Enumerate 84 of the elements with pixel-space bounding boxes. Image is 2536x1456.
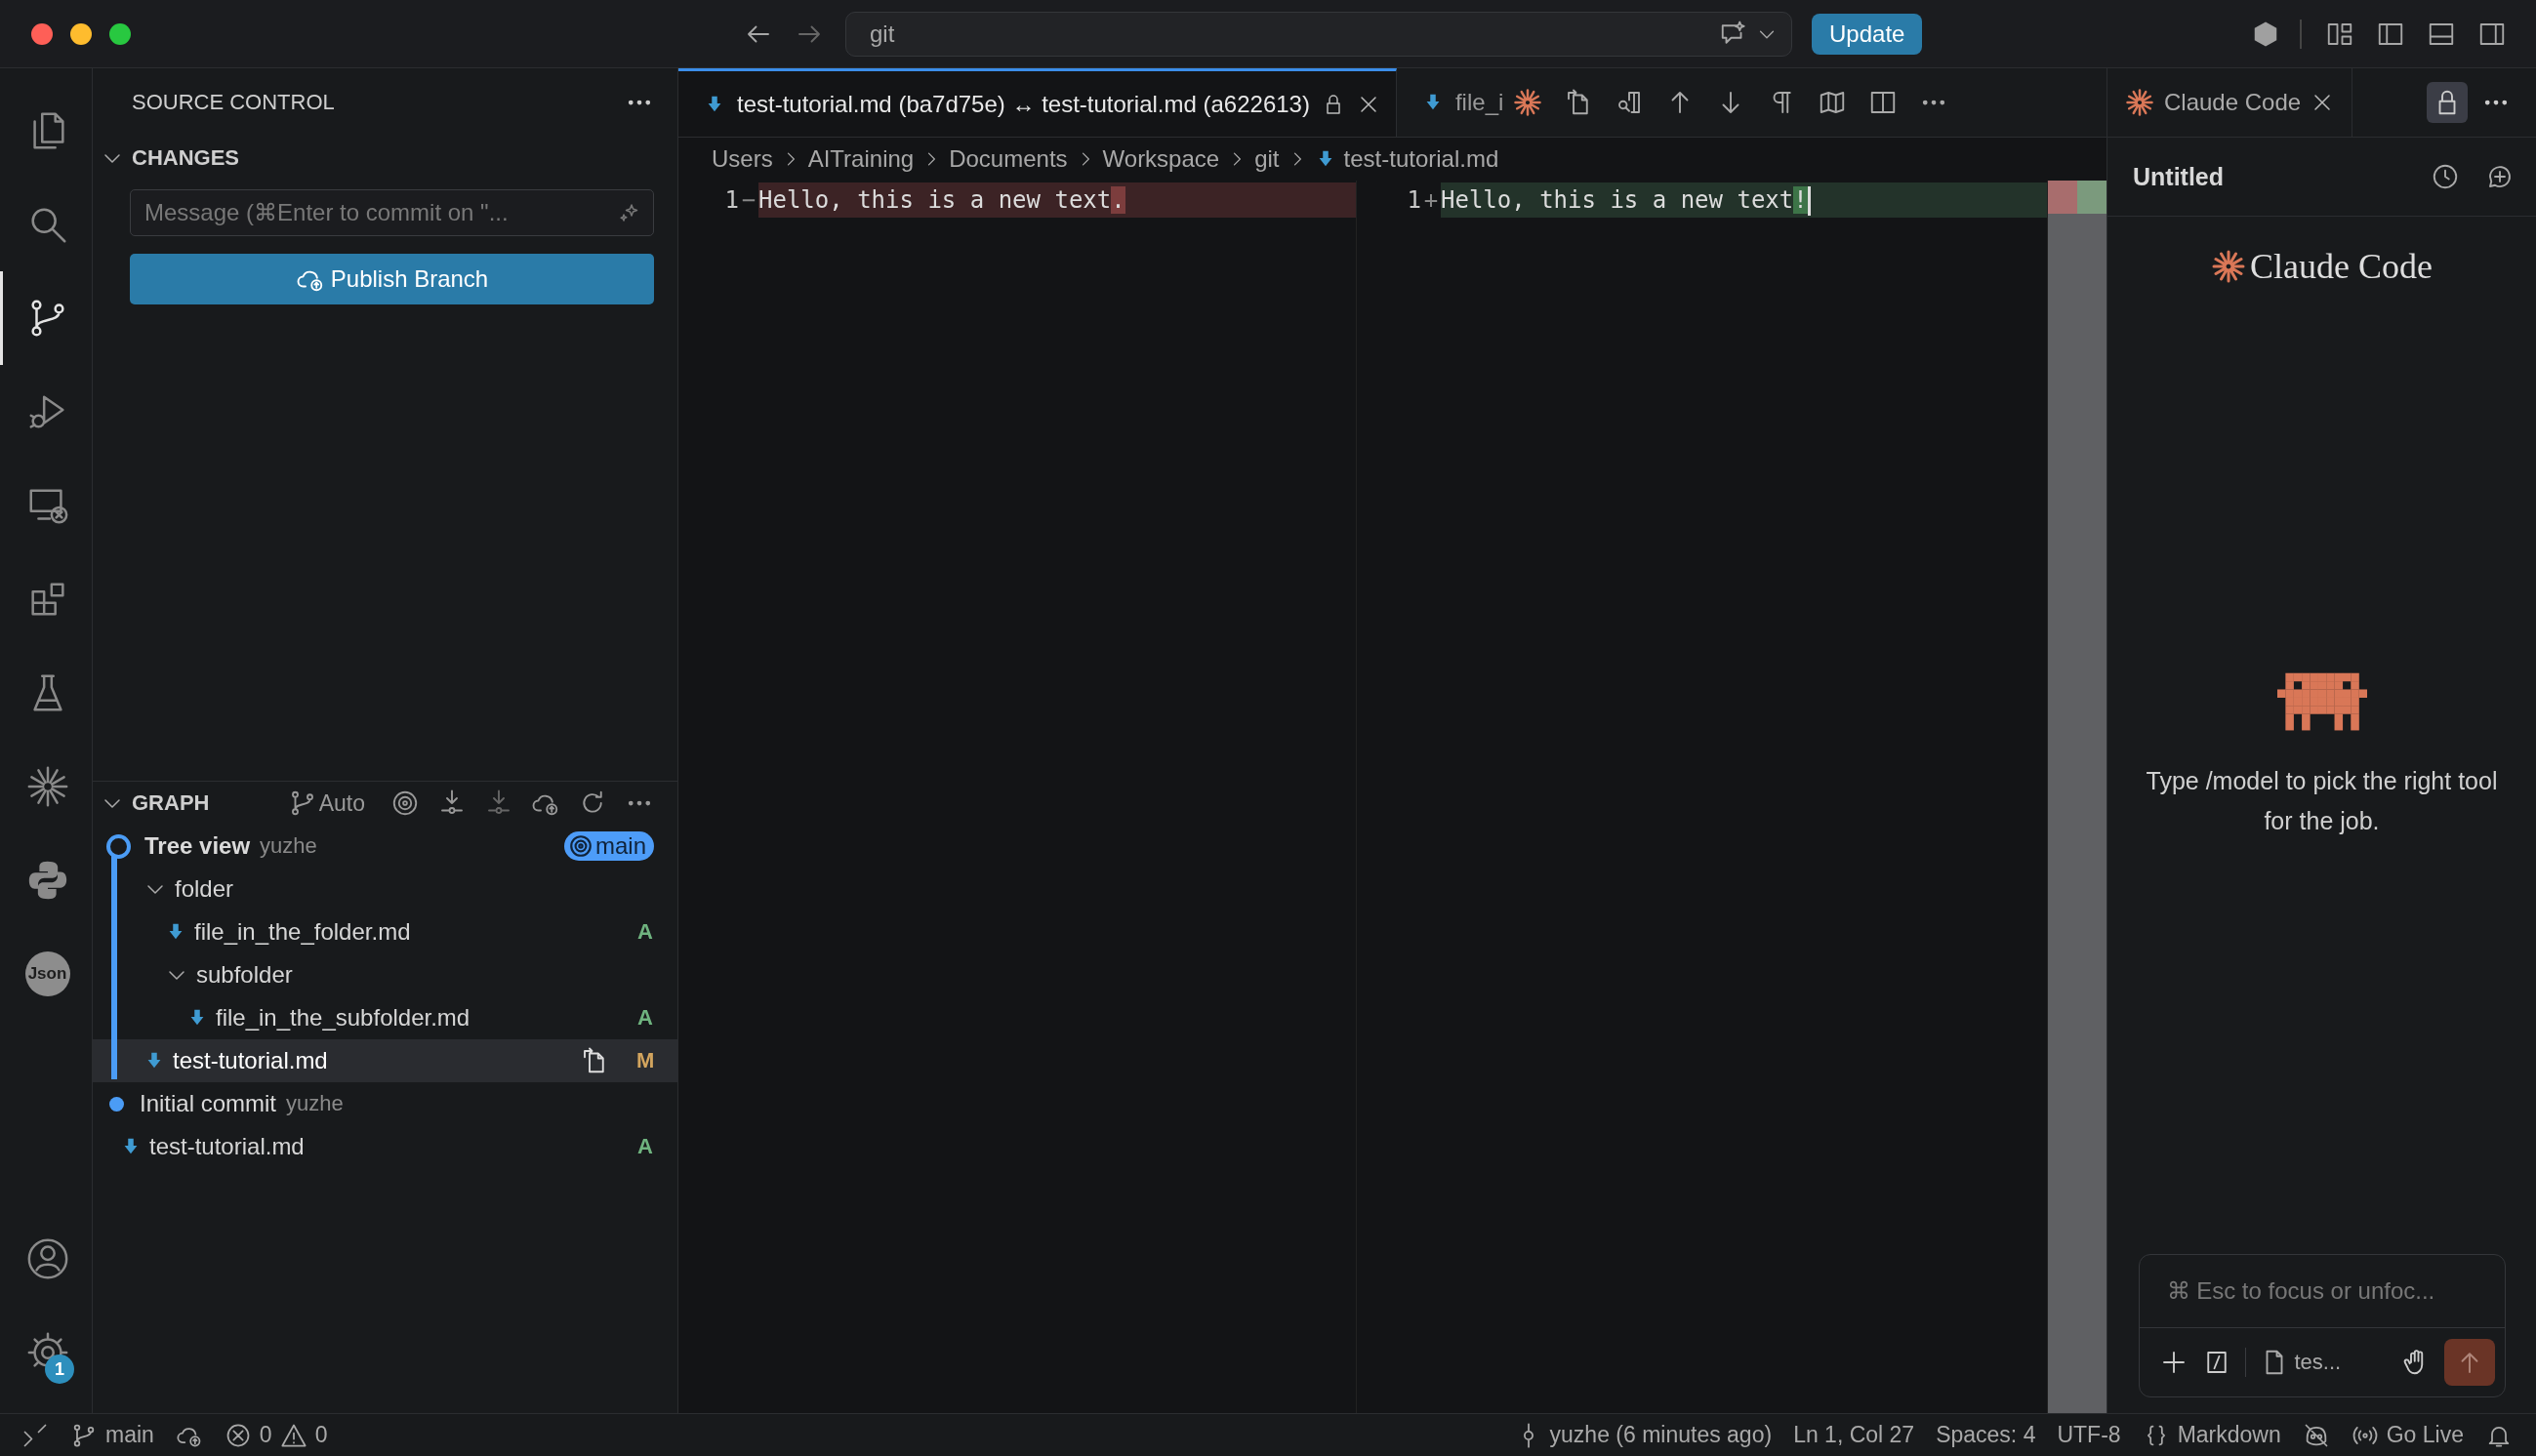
language-name: Markdown [2177,1422,2281,1448]
send-button[interactable] [2443,1339,2495,1386]
hint-text: Type /model to pick the right tool for the job. [2145,766,2499,836]
diff-sign: + [1422,185,1440,216]
update-button[interactable]: Update [1812,13,1923,55]
go-live-button[interactable]: Go Live [2351,1421,2464,1449]
tree-item[interactable]: folder [93,868,677,910]
tab-label: Claude Code [2164,89,2302,116]
file-name: test-tutorial.md [173,1047,328,1074]
cursor-position[interactable]: Ln 1, Col 27 [1793,1422,1915,1448]
prompt-field[interactable]: ⌘ Esc to focus or unfoc... [2139,1255,2505,1327]
commit-message: Initial commit [140,1090,277,1117]
target-icon [567,833,593,859]
minimize-window-button[interactable] [70,22,92,45]
diff-sign: − [740,185,757,216]
auto-branch-filter-button[interactable]: Auto [287,789,365,818]
session-title: Untitled [2133,162,2225,191]
section-title: GRAPH [132,790,210,816]
attached-file-chip[interactable]: tes... [2259,1348,2342,1377]
file-name: tes... [2294,1350,2342,1375]
breadcrumb-item[interactable]: Users [712,145,773,173]
editor-tab[interactable]: file_i [1396,68,1508,137]
command-center-field[interactable]: git [845,11,1792,57]
editor-tab[interactable]: test-tutorial.md (ba7d75e) ↔ test-tutorial.md (a622613) [678,68,1397,137]
panel-title: SOURCE CONTROL [132,90,335,115]
change-status: A [636,1005,654,1031]
file-name: test-tutorial.md [149,1133,305,1160]
commit-message: Tree view [144,832,251,860]
notification-badge: 1 [45,1355,74,1384]
asterisk-icon [2125,88,2154,117]
settings-button[interactable]: 1 [0,1306,92,1399]
branch-name: main [594,832,646,860]
change-status: M [636,1048,654,1073]
button-label: Go Live [2386,1422,2464,1448]
line-number: 1 [1406,185,1421,216]
change-status: A [636,1134,654,1159]
button-label: Auto [318,789,365,817]
close-window-button[interactable] [31,22,53,45]
change-status: A [636,919,654,945]
logo-text: Claude Code [2250,246,2433,287]
line-number: 1 [723,185,739,216]
prompt-box[interactable]: ⌘ Esc to focus or unfoc... tes... [2138,1254,2506,1397]
folder-name: subfolder [196,961,293,989]
tab-label: test-tutorial.md (ba7d75e) ↔ test-tutorial.md (a622613) [737,90,1310,118]
folder-name: folder [175,875,234,903]
tree-item[interactable]: file_in_the_folder.md A [93,910,677,953]
commit-author: yuzhe [286,1091,344,1116]
publish-branch-button[interactable]: Publish Branch [130,254,654,304]
commit-author: yuzhe [260,833,317,859]
tree-item[interactable]: test-tutorial.md A [93,1125,677,1168]
language-status[interactable]: Markdown [2142,1421,2281,1449]
branch-name: main [105,1422,154,1448]
lock-button[interactable] [2427,82,2468,123]
asterisk-icon[interactable] [1513,88,1543,117]
tree-item[interactable]: file_in_the_subfolder.md A [93,996,677,1039]
indentation-status[interactable]: Spaces: 4 [1936,1422,2036,1448]
json-logo: Json [24,951,70,996]
commit-item[interactable]: Initial commit yuzhe [93,1082,677,1125]
breadcrumb-item[interactable]: test-tutorial.md [1343,145,1499,173]
asterisk-icon [2211,249,2246,284]
commit-message-field[interactable]: Message (⌘Enter to commit on "... [130,189,654,236]
breadcrumb-item[interactable]: AITraining [807,145,915,173]
tree-item[interactable]: subfolder [93,953,677,996]
file-name: file_in_the_subfolder.md [216,1004,470,1031]
json-button[interactable]: Json [0,927,92,1021]
zoom-window-button[interactable] [109,22,131,45]
commit-item[interactable]: Tree view yuzhe main [93,825,677,868]
error-count: 0 [259,1422,272,1448]
warning-count: 0 [314,1422,328,1448]
blame-status[interactable]: yuzhe (6 minutes ago) [1514,1421,1773,1449]
breadcrumb-item[interactable]: git [1254,145,1280,173]
section-title: CHANGES [132,145,239,171]
breadcrumb-item[interactable]: Documents [949,145,1068,173]
button-label: Publish Branch [330,265,489,293]
breadcrumb-item[interactable]: Workspace [1102,145,1220,173]
history-icon[interactable] [2431,162,2460,191]
branch-status[interactable]: main [70,1421,154,1449]
tree-item[interactable]: test-tutorial.md M [93,1039,677,1082]
problems-status[interactable]: 0 0 [224,1421,328,1449]
tab-label: file_i [1454,89,1504,116]
blame-text: yuzhe (6 minutes ago) [1549,1422,1773,1448]
encoding-status[interactable]: UTF-8 [2057,1422,2121,1448]
target-icon[interactable] [390,789,420,818]
file-name: file_in_the_folder.md [194,918,411,946]
